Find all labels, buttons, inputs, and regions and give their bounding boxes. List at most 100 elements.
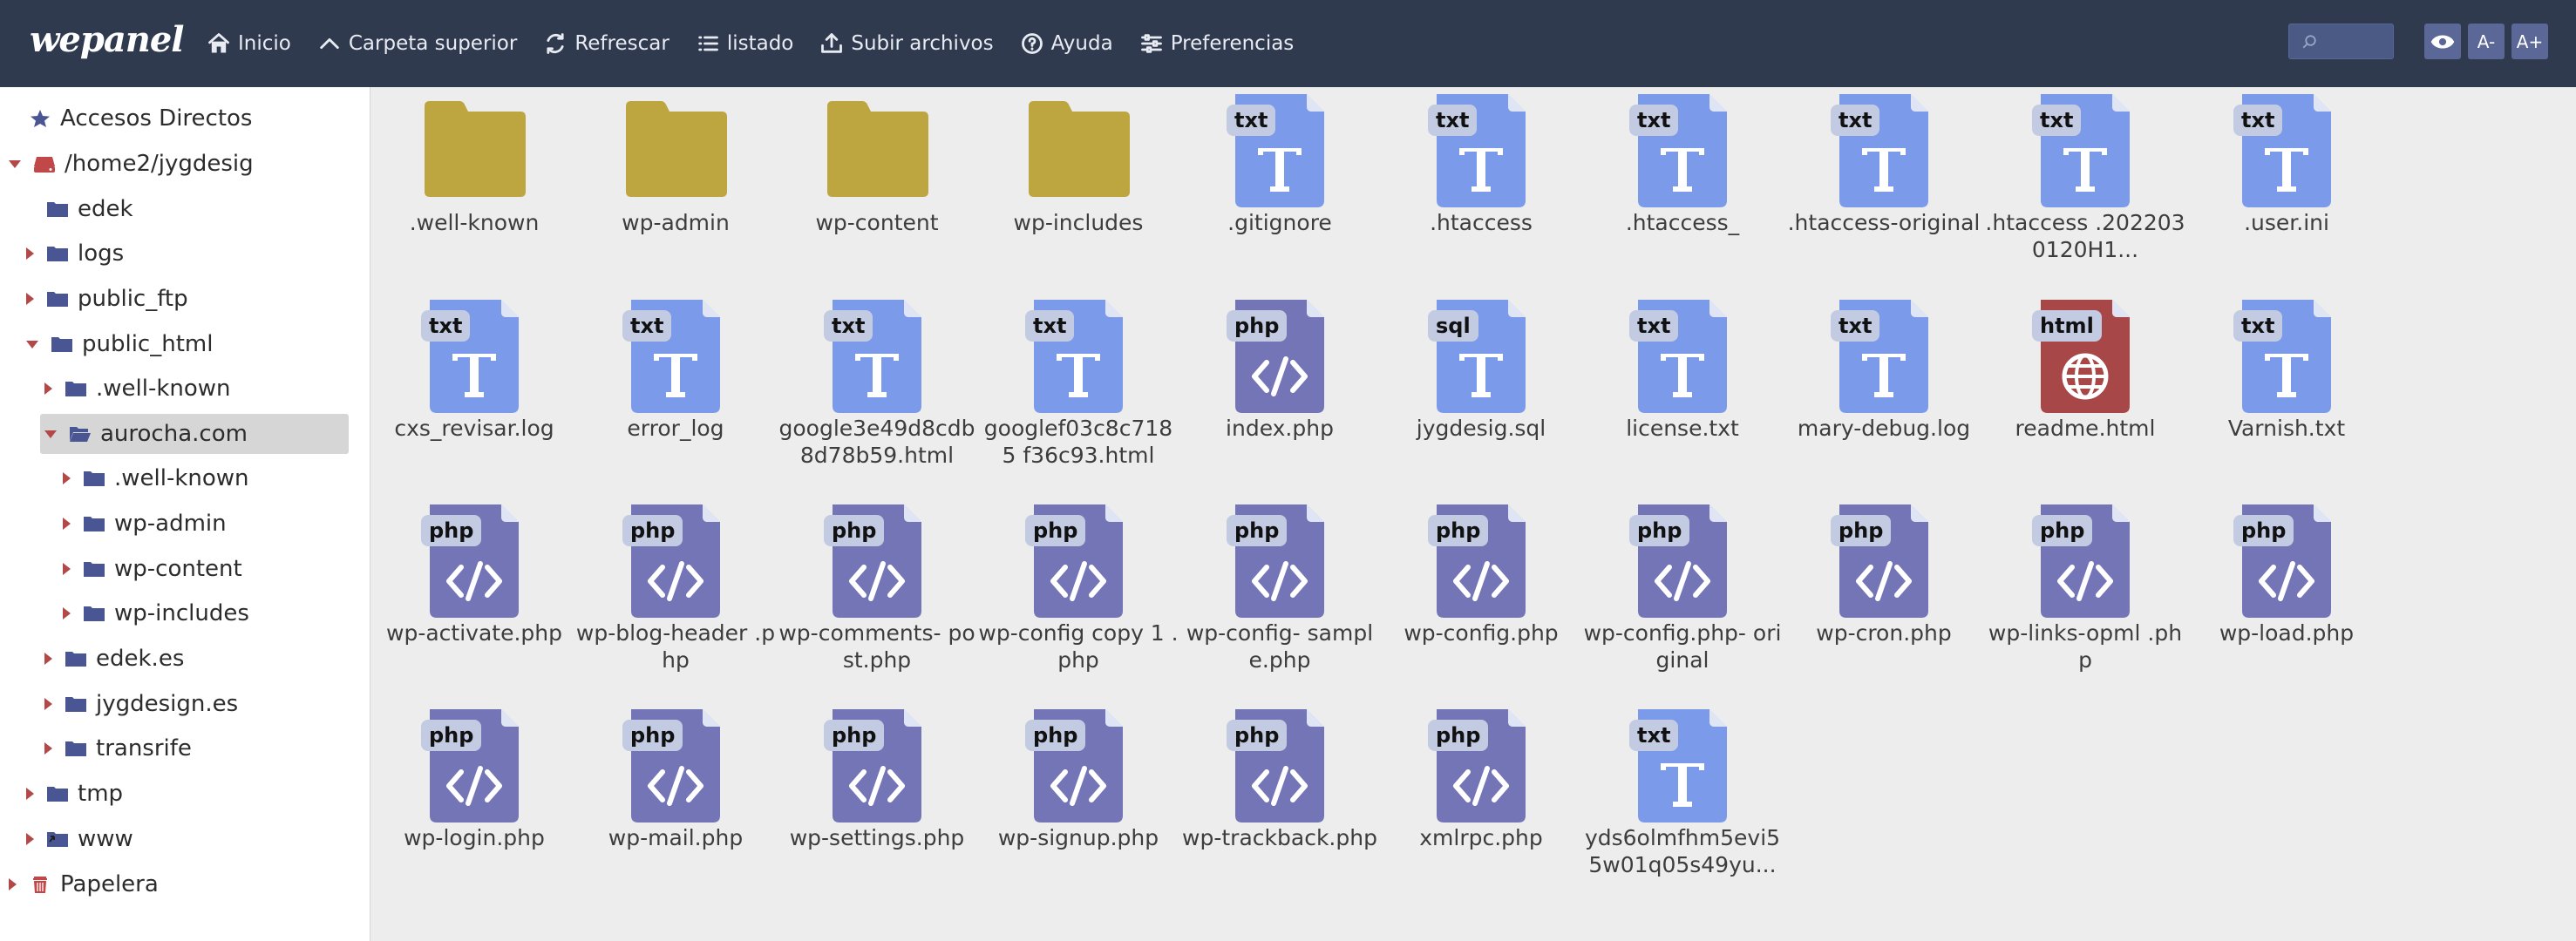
tree-item[interactable]: aurocha.com [40,414,349,454]
folder-item[interactable]: wp-includes [978,87,1179,288]
file-item[interactable]: php wp-load.php [2186,498,2387,698]
tree-item[interactable]: jygdesign.es [44,684,238,724]
file-item[interactable]: txt cxs_revisar.log [374,293,574,493]
search-box[interactable] [2288,24,2394,59]
tree-item[interactable]: /home2/jygdesig [9,144,254,184]
refresh-label: Refrescar [574,32,669,55]
file-name: wp-config.php [1404,620,1559,646]
file-item[interactable]: php wp-config.php [1381,498,1581,698]
file-item[interactable]: php wp-settings.php [777,702,977,903]
caret-right-icon[interactable] [26,293,34,305]
home-button[interactable]: Inicio [207,31,291,56]
file-item[interactable]: txt .htaccess-original [1784,87,1984,288]
folder-item[interactable]: .well-known [374,87,574,288]
file-item[interactable]: txt license.txt [1582,293,1783,493]
caret-down-icon[interactable] [9,159,21,168]
preferences-button[interactable]: Preferencias [1139,31,1295,56]
file-item[interactable]: txt googlef03c8c7185 f36c93.html [978,293,1179,493]
caret-right-icon[interactable] [44,382,52,395]
tree-item[interactable]: www [26,819,133,859]
file-name: yds6olmfhm5evi5 5w01q05s49yu... [1584,825,1781,877]
file-item[interactable]: txt .htaccess [1381,87,1581,288]
toolbar-nav: Inicio Carpeta superior Refrescar listad… [207,0,1320,87]
tree-item[interactable]: transrife [44,728,192,768]
caret-right-icon[interactable] [26,788,34,800]
caret-right-icon[interactable] [44,653,52,665]
tree-item[interactable]: wp-admin [63,504,227,544]
upload-button[interactable]: Subir archivos [819,31,994,56]
file-type-badge: txt [421,310,471,342]
tree-item[interactable]: Accesos Directos [9,98,252,139]
parent-folder-button[interactable]: Carpeta superior [317,31,517,56]
toggle-hidden-button[interactable] [2424,24,2461,59]
file-type-badge: txt [1629,105,1679,136]
tree-item[interactable]: edek [26,189,133,229]
file-name: wp-signup.php [997,825,1159,850]
file-item[interactable]: txt google3e49d8cdb 8d78b59.html [777,293,977,493]
tree-item-label: wp-admin [114,511,227,537]
app-logo[interactable]: wepanel [30,19,184,60]
caret-right-icon[interactable] [44,698,52,710]
file-item[interactable]: php wp-config copy 1 .php [978,498,1179,698]
tree-item[interactable]: logs [26,234,124,274]
caret-down-icon[interactable] [26,340,38,349]
tree-item[interactable]: .well-known [63,458,249,498]
tree-item[interactable]: public_html [26,324,213,364]
file-item[interactable]: php wp-config- sample.php [1179,498,1380,698]
file-item[interactable]: php wp-blog-header .php [575,498,776,698]
caret-right-icon[interactable] [63,607,71,619]
file-item[interactable]: php wp-config.php- original [1582,498,1783,698]
folder-icon [1022,94,1135,207]
folder-item[interactable]: wp-admin [575,87,776,288]
tree-item[interactable]: public_ftp [26,279,188,319]
caret-right-icon[interactable] [63,472,71,484]
font-decrease-button[interactable]: A- [2468,24,2505,59]
file-item[interactable]: txt .htaccess_ [1582,87,1783,288]
file-item[interactable]: html readme.html [1985,293,2185,493]
refresh-button[interactable]: Refrescar [543,31,669,56]
eye-icon [2430,34,2455,49]
file-item[interactable]: php xmlrpc.php [1381,702,1581,903]
file-item[interactable]: php wp-login.php [374,702,574,903]
file-item[interactable]: txt .htaccess .2022030120H1... [1985,87,2185,288]
caret-right-icon[interactable] [63,518,71,530]
folder-item[interactable]: wp-content [777,87,977,288]
caret-right-icon[interactable] [26,833,34,845]
file-item[interactable]: php index.php [1179,293,1380,493]
caret-right-icon[interactable] [9,878,17,890]
file-item[interactable]: php wp-activate.php [374,498,574,698]
tree-item-label: Papelera [60,871,159,897]
file-item[interactable]: txt mary-debug.log [1784,293,1984,493]
file-item[interactable]: php wp-trackback.php [1179,702,1380,903]
font-increase-button[interactable]: A+ [2511,24,2548,59]
file-item[interactable]: txt .gitignore [1179,87,1380,288]
caret-down-icon[interactable] [44,430,57,438]
file-item[interactable]: php wp-mail.php [575,702,776,903]
tree-item[interactable]: tmp [26,774,123,814]
tree-item-label: www [78,826,133,852]
file-item[interactable]: php wp-signup.php [978,702,1179,903]
caret-right-icon[interactable] [63,563,71,575]
file-name: .user.ini [2244,210,2329,235]
tree-item[interactable]: .well-known [44,369,231,409]
file-item[interactable]: txt Varnish.txt [2186,293,2387,493]
file-item[interactable]: php wp-cron.php [1784,498,1984,698]
file-item[interactable]: php wp-links-opml .php [1985,498,2185,698]
file-item[interactable]: sql jygdesig.sql [1381,293,1581,493]
tree-item[interactable]: wp-includes [63,593,249,633]
tree-item[interactable]: wp-content [63,549,242,589]
tree-item[interactable]: Papelera [9,864,159,904]
caret-right-icon[interactable] [44,742,52,755]
file-item[interactable]: txt yds6olmfhm5evi5 5w01q05s49yu... [1582,702,1783,903]
caret-right-icon[interactable] [26,247,34,260]
search-input[interactable] [2321,24,2390,58]
tree-item-label: edek.es [96,646,185,672]
file-item[interactable]: txt error_log [575,293,776,493]
help-button[interactable]: Ayuda [1020,31,1113,56]
preferences-label: Preferencias [1170,32,1295,55]
file-item[interactable]: txt .user.ini [2186,87,2387,288]
file-item[interactable]: php wp-comments- post.php [777,498,977,698]
list-view-button[interactable]: listado [696,31,793,56]
drive-icon [33,154,56,173]
tree-item[interactable]: edek.es [44,639,184,679]
